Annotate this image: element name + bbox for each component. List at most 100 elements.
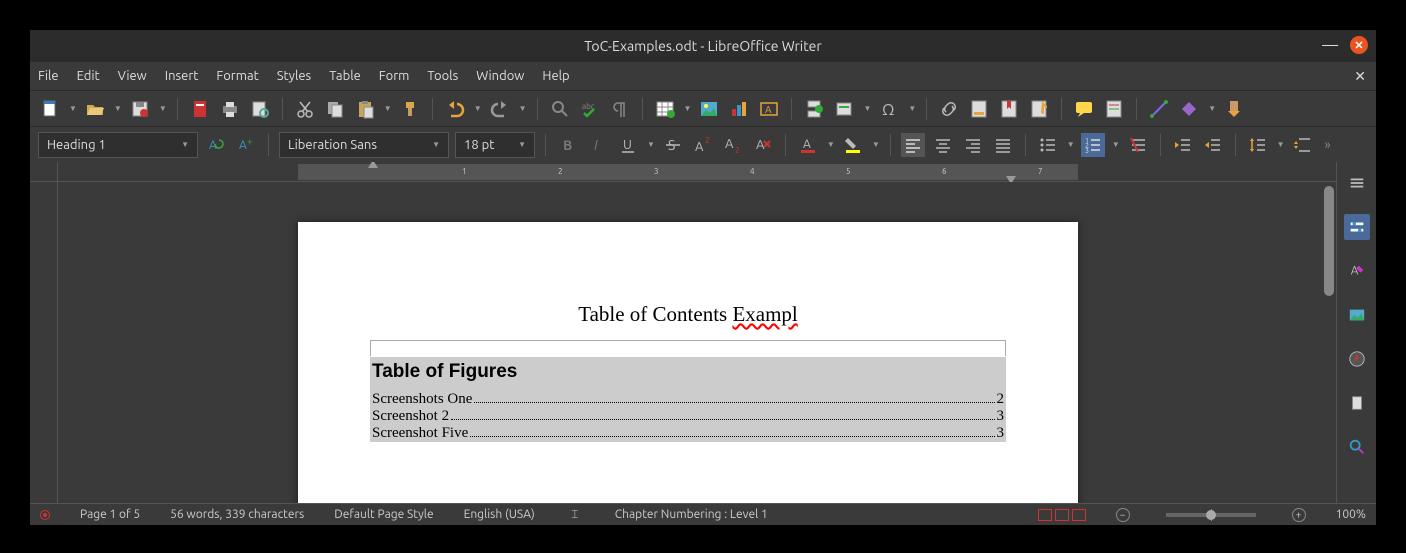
save-button[interactable] bbox=[128, 97, 152, 121]
insert-chart-button[interactable] bbox=[727, 97, 751, 121]
menu-file[interactable]: File bbox=[38, 69, 59, 83]
no-list-button[interactable] bbox=[1126, 133, 1150, 157]
menu-help[interactable]: Help bbox=[542, 69, 569, 83]
font-name-combo[interactable]: Liberation Sans▼ bbox=[279, 132, 449, 158]
insert-text-box-button[interactable]: A bbox=[757, 97, 781, 121]
vertical-scrollbar[interactable] bbox=[1322, 182, 1336, 503]
dropdown-arrow-icon[interactable]: ▼ bbox=[647, 140, 655, 149]
dropdown-arrow-icon[interactable]: ▼ bbox=[908, 104, 916, 113]
dropdown-arrow-icon[interactable]: ▼ bbox=[1208, 104, 1216, 113]
increase-paragraph-spacing-button[interactable] bbox=[1291, 133, 1315, 157]
insert-footnote-button[interactable] bbox=[967, 97, 991, 121]
dropdown-arrow-icon[interactable]: ▼ bbox=[1112, 140, 1120, 149]
find-replace-button[interactable] bbox=[548, 97, 572, 121]
table-of-figures[interactable]: Table of Figures Screenshots One2 Screen… bbox=[370, 357, 1006, 442]
justify-button[interactable] bbox=[991, 133, 1015, 157]
dropdown-arrow-icon[interactable]: ▼ bbox=[827, 140, 835, 149]
menu-tools[interactable]: Tools bbox=[427, 69, 458, 83]
print-preview-button[interactable] bbox=[248, 97, 272, 121]
menu-form[interactable]: Form bbox=[379, 69, 410, 83]
insert-cross-reference-button[interactable] bbox=[1027, 97, 1051, 121]
dropdown-arrow-icon[interactable]: ▼ bbox=[114, 104, 122, 113]
view-layout-buttons[interactable] bbox=[1038, 509, 1086, 521]
tof-entry[interactable]: Screenshot Five3 bbox=[370, 425, 1006, 442]
vertical-ruler[interactable] bbox=[30, 182, 58, 503]
open-button[interactable] bbox=[83, 97, 107, 121]
save-indicator-icon[interactable] bbox=[40, 510, 50, 520]
highlight-color-button[interactable] bbox=[841, 133, 865, 157]
zoom-out-button[interactable]: − bbox=[1116, 508, 1130, 522]
numbered-list-button[interactable]: 123 bbox=[1081, 133, 1105, 157]
spellcheck-button[interactable]: abc bbox=[578, 97, 602, 121]
insert-comment-button[interactable] bbox=[1072, 97, 1096, 121]
insert-table-button[interactable] bbox=[653, 97, 677, 121]
show-draw-functions-button[interactable] bbox=[1222, 97, 1246, 121]
formatting-marks-button[interactable] bbox=[608, 97, 632, 121]
insert-hyperlink-button[interactable] bbox=[937, 97, 961, 121]
close-window-button[interactable]: ✕ bbox=[1350, 36, 1368, 54]
dropdown-arrow-icon[interactable]: ▼ bbox=[69, 104, 77, 113]
underline-button[interactable]: U bbox=[616, 133, 640, 157]
book-view-icon[interactable] bbox=[1072, 509, 1086, 521]
zoom-slider-handle[interactable] bbox=[1206, 510, 1216, 520]
insert-page-break-button[interactable] bbox=[802, 97, 826, 121]
cut-button[interactable] bbox=[293, 97, 317, 121]
tof-entry[interactable]: Screenshots One2 bbox=[370, 391, 1006, 408]
decrease-indent-button[interactable] bbox=[1201, 133, 1225, 157]
scrollbar-thumb[interactable] bbox=[1324, 186, 1334, 296]
clear-formatting-button[interactable]: A bbox=[751, 133, 775, 157]
strikethrough-button[interactable]: S bbox=[661, 133, 685, 157]
basic-shapes-button[interactable] bbox=[1177, 97, 1201, 121]
dropdown-arrow-icon[interactable]: ▼ bbox=[519, 104, 527, 113]
style-inspector-button[interactable] bbox=[1344, 434, 1370, 460]
zoom-in-button[interactable]: + bbox=[1292, 508, 1306, 522]
menu-insert[interactable]: Insert bbox=[165, 69, 199, 83]
insert-image-button[interactable] bbox=[697, 97, 721, 121]
dropdown-arrow-icon[interactable]: ▼ bbox=[384, 104, 392, 113]
line-spacing-button[interactable] bbox=[1246, 133, 1270, 157]
misspelled-word[interactable]: Exampl bbox=[732, 302, 797, 326]
clone-formatting-button[interactable] bbox=[398, 97, 422, 121]
dropdown-arrow-icon[interactable]: ▼ bbox=[863, 104, 871, 113]
new-style-button[interactable]: A+ bbox=[234, 133, 258, 157]
dropdown-arrow-icon[interactable]: ▼ bbox=[1277, 140, 1285, 149]
menu-edit[interactable]: Edit bbox=[77, 69, 100, 83]
menu-table[interactable]: Table bbox=[329, 69, 361, 83]
new-document-button[interactable] bbox=[38, 97, 62, 121]
single-page-view-icon[interactable] bbox=[1038, 509, 1052, 521]
increase-indent-button[interactable] bbox=[1171, 133, 1195, 157]
insert-field-button[interactable] bbox=[832, 97, 856, 121]
minimize-button[interactable]: — bbox=[1322, 36, 1338, 54]
dropdown-arrow-icon[interactable]: ▼ bbox=[684, 104, 692, 113]
zoom-percent-field[interactable]: 100% bbox=[1336, 508, 1366, 521]
insert-line-button[interactable] bbox=[1147, 97, 1171, 121]
undo-button[interactable] bbox=[443, 97, 467, 121]
align-center-button[interactable] bbox=[931, 133, 955, 157]
export-pdf-button[interactable] bbox=[188, 97, 212, 121]
document-heading[interactable]: Table of Contents Exampl bbox=[370, 302, 1006, 327]
bold-button[interactable]: B bbox=[556, 133, 580, 157]
paste-button[interactable] bbox=[353, 97, 377, 121]
font-size-combo[interactable]: 18 pt▼ bbox=[455, 132, 535, 158]
toolbar-overflow-icon[interactable]: » bbox=[1325, 138, 1331, 152]
styles-panel-button[interactable]: A bbox=[1344, 258, 1370, 284]
dropdown-arrow-icon[interactable]: ▼ bbox=[474, 104, 482, 113]
track-changes-button[interactable] bbox=[1102, 97, 1126, 121]
outline-level-field[interactable]: Chapter Numbering : Level 1 bbox=[615, 508, 768, 521]
update-style-button[interactable]: A bbox=[204, 133, 228, 157]
align-right-button[interactable] bbox=[961, 133, 985, 157]
menu-format[interactable]: Format bbox=[216, 69, 258, 83]
language-field[interactable]: English (USA) bbox=[464, 508, 535, 521]
page-style-field[interactable]: Default Page Style bbox=[334, 508, 433, 521]
properties-panel-button[interactable] bbox=[1344, 214, 1370, 240]
close-document-button[interactable]: ✕ bbox=[1354, 68, 1366, 85]
sidebar-settings-button[interactable] bbox=[1344, 170, 1370, 196]
horizontal-ruler[interactable]: 1 2 3 4 5 6 7 bbox=[58, 162, 1336, 182]
document-canvas[interactable]: Table of Contents Exampl Table of Figure… bbox=[58, 182, 1336, 503]
dropdown-arrow-icon[interactable]: ▼ bbox=[872, 140, 880, 149]
font-color-button[interactable]: A bbox=[796, 133, 820, 157]
gallery-panel-button[interactable] bbox=[1344, 302, 1370, 328]
insert-special-char-button[interactable]: Ω bbox=[877, 97, 901, 121]
redo-button[interactable] bbox=[488, 97, 512, 121]
menu-view[interactable]: View bbox=[118, 69, 147, 83]
